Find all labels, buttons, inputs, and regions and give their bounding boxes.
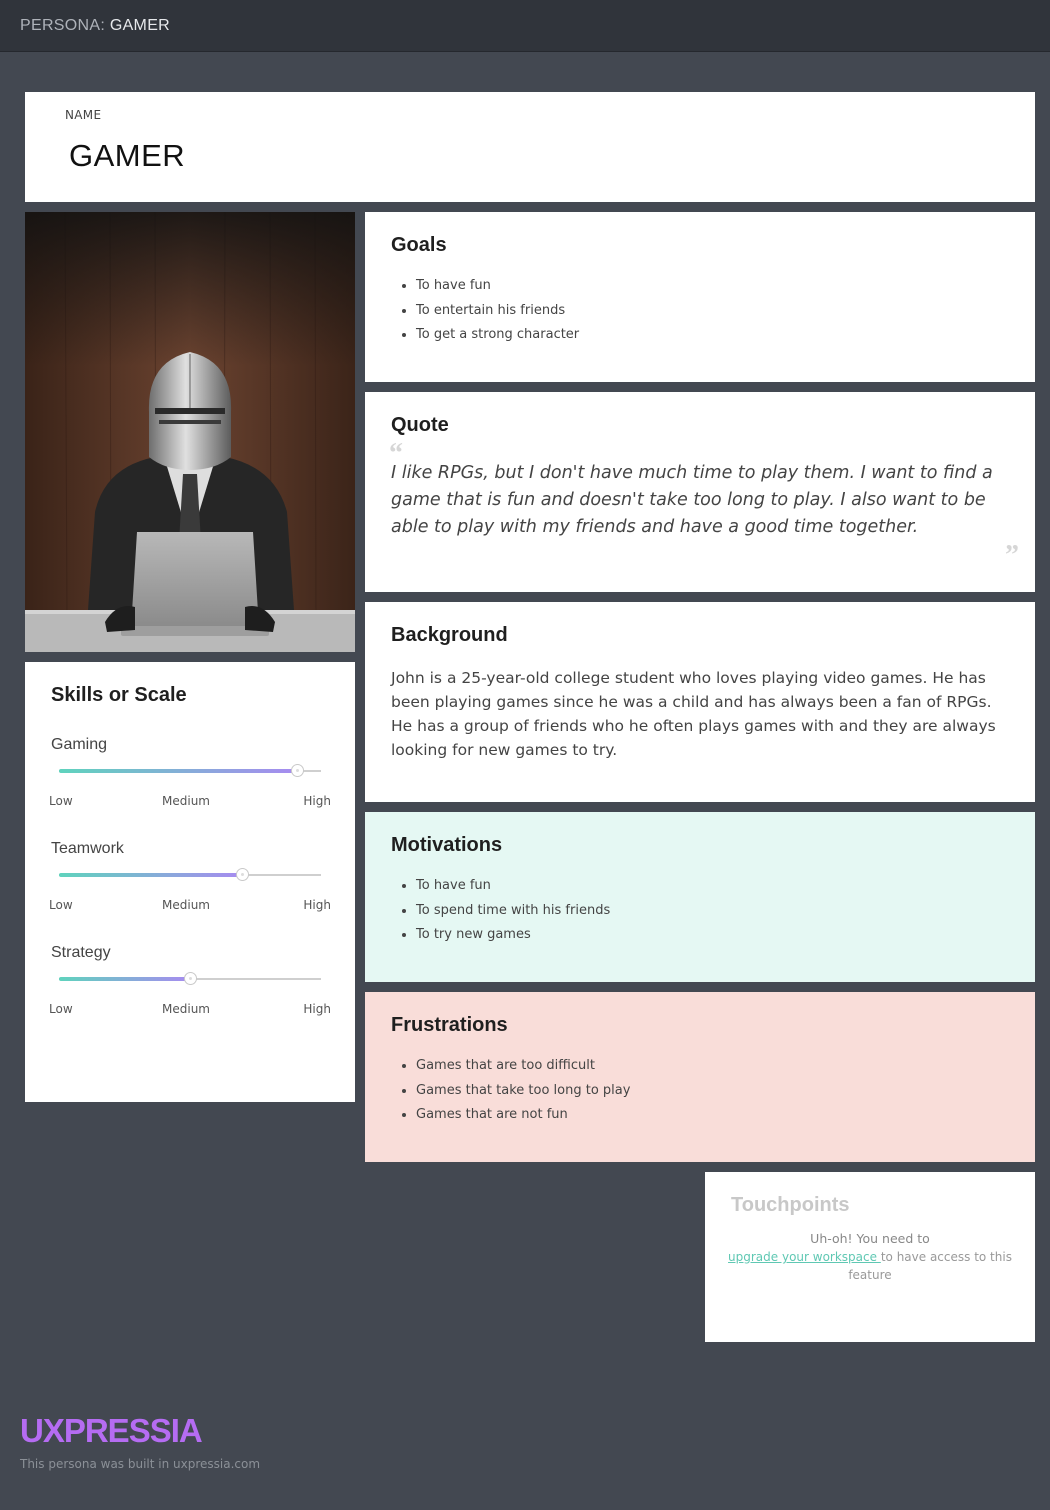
scale-medium: Medium: [162, 1002, 210, 1016]
list-item: To try new games: [416, 927, 610, 952]
scale-high: High: [303, 898, 331, 912]
skill-slider-knob[interactable]: [291, 764, 305, 777]
scale-medium: Medium: [162, 898, 210, 912]
motivations-card: Motivations To have fun To spend time wi…: [365, 812, 1035, 982]
list-item: To get a strong character: [416, 327, 579, 352]
touchpoints-title: Touchpoints: [731, 1194, 850, 1216]
skill-teamwork: Teamwork Low Medium High: [25, 840, 355, 940]
quote-card: Quote “ I like RPGs, but I don't have mu…: [365, 392, 1035, 592]
upgrade-workspace-link[interactable]: upgrade your workspace: [728, 1250, 881, 1264]
persona-photo[interactable]: [25, 212, 355, 652]
scale-low: Low: [49, 898, 73, 912]
skill-slider-track[interactable]: [59, 868, 321, 881]
uxpressia-logo[interactable]: UXPRESSIA: [20, 1412, 203, 1450]
list-item: Games that take too long to play: [416, 1083, 630, 1108]
skill-slider-track[interactable]: [59, 972, 321, 985]
skill-slider-knob[interactable]: [184, 972, 197, 985]
background-text[interactable]: John is a 25-year-old college student wh…: [391, 666, 1011, 762]
skill-name: Strategy: [51, 944, 111, 961]
quote-title: Quote: [391, 414, 449, 436]
upgrade-notice: Uh-oh! You need to upgrade your workspac…: [725, 1230, 1015, 1284]
list-item: To have fun: [416, 278, 579, 303]
top-bar: PERSONA: GAMER: [0, 0, 1050, 52]
skill-name: Gaming: [51, 736, 108, 753]
motivations-list: To have fun To spend time with his frien…: [416, 878, 610, 952]
footer-note: This persona was built in uxpressia.com: [20, 1457, 261, 1471]
skill-slider-fill: [59, 769, 298, 773]
name-label: NAME: [65, 108, 102, 122]
quote-text[interactable]: I like RPGs, but I don't have much time …: [391, 460, 1011, 541]
title-persona: GAMER: [109, 17, 171, 34]
frustrations-card: Frustrations Games that are too difficul…: [365, 992, 1035, 1162]
name-value[interactable]: GAMER: [69, 138, 185, 174]
skill-slider-knob[interactable]: [236, 868, 250, 881]
goals-list: To have fun To entertain his friends To …: [416, 278, 579, 352]
skills-card: Skills or Scale Gaming Low Medium High T…: [25, 662, 355, 1102]
background-title: Background: [391, 624, 508, 646]
scale-low: Low: [49, 1002, 73, 1016]
scale-medium: Medium: [162, 794, 210, 808]
frustrations-title: Frustrations: [391, 1014, 508, 1036]
list-item: To entertain his friends: [416, 303, 579, 328]
scale-high: High: [303, 794, 331, 808]
list-item: To spend time with his friends: [416, 903, 610, 928]
list-item: Games that are too difficult: [416, 1058, 630, 1083]
background-card: Background John is a 25-year-old college…: [365, 602, 1035, 802]
list-item: Games that are not fun: [416, 1107, 630, 1132]
page-title: PERSONA: GAMER: [20, 17, 170, 35]
skill-name: Teamwork: [51, 840, 124, 857]
goals-card: Goals To have fun To entertain his frien…: [365, 212, 1035, 382]
scale-low: Low: [49, 794, 73, 808]
list-item: To have fun: [416, 878, 610, 903]
motivations-title: Motivations: [391, 834, 503, 856]
knight-helmet-businessman-photo: [25, 212, 355, 652]
skill-slider-track[interactable]: [59, 764, 321, 777]
skills-title: Skills or Scale: [51, 684, 187, 706]
skill-slider-fill: [59, 873, 243, 877]
close-quote-icon: ”: [1005, 540, 1019, 571]
scale-high: High: [303, 1002, 331, 1016]
skill-gaming: Gaming Low Medium High: [25, 736, 355, 836]
touchpoints-card: Touchpoints Uh-oh! You need to upgrade y…: [705, 1172, 1035, 1342]
name-card: NAME GAMER: [25, 92, 1035, 202]
goals-title: Goals: [391, 234, 447, 256]
skill-strategy: Strategy Low Medium High: [25, 944, 355, 1044]
skill-slider-fill: [59, 977, 190, 981]
title-prefix: PERSONA:: [20, 17, 106, 34]
upgrade-notice-text: Uh-oh! You need to: [810, 1231, 930, 1246]
frustrations-list: Games that are too difficult Games that …: [416, 1058, 630, 1132]
